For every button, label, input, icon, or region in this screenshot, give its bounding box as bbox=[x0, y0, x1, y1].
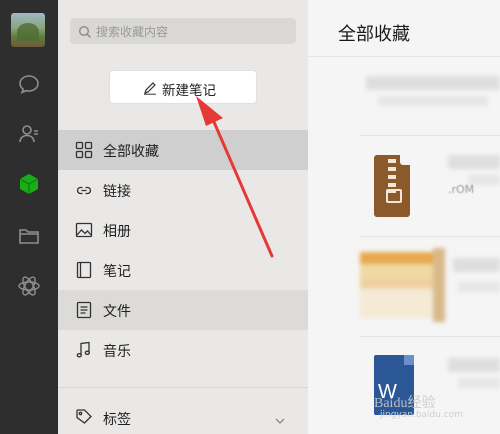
nav-label: 音乐 bbox=[103, 344, 131, 360]
nav-label: 链接 bbox=[103, 184, 131, 200]
avatar[interactable] bbox=[11, 13, 45, 47]
nav-item-all-favorites[interactable]: 全部收藏 bbox=[58, 130, 308, 170]
pencil-icon bbox=[143, 80, 157, 95]
new-note-button[interactable]: 新建笔记 bbox=[110, 71, 256, 103]
nav-label: 文件 bbox=[103, 304, 131, 320]
watermark-url: jingyan.baidu.com bbox=[380, 410, 464, 420]
divider bbox=[360, 135, 500, 136]
note-icon bbox=[75, 261, 93, 279]
favorites-cube-icon[interactable] bbox=[17, 172, 41, 196]
divider bbox=[360, 336, 500, 337]
search-icon bbox=[78, 24, 92, 38]
blurred-text bbox=[448, 358, 500, 372]
contacts-icon[interactable] bbox=[17, 122, 41, 146]
divider bbox=[58, 387, 308, 388]
nav-item-album[interactable]: 相册 bbox=[58, 210, 308, 250]
nav-label: 相册 bbox=[103, 224, 131, 240]
folder-icon[interactable] bbox=[17, 224, 41, 248]
blurred-text bbox=[458, 378, 500, 388]
music-icon bbox=[75, 341, 93, 359]
divider bbox=[308, 56, 500, 57]
image-thumbnail-edge bbox=[433, 248, 445, 322]
chevron-down-icon[interactable] bbox=[274, 412, 286, 424]
file-icon bbox=[75, 301, 93, 319]
nav-label: 标签 bbox=[103, 412, 131, 428]
image-icon bbox=[75, 221, 93, 239]
search-input[interactable]: 搜索收藏内容 bbox=[96, 23, 168, 40]
nav-label: 笔记 bbox=[103, 264, 131, 280]
left-rail bbox=[0, 0, 58, 434]
page-title: 全部收藏 bbox=[338, 24, 410, 45]
blurred-text bbox=[448, 155, 500, 169]
chat-icon[interactable] bbox=[17, 72, 41, 96]
divider bbox=[360, 236, 500, 237]
favorites-nav-panel: 搜索收藏内容 新建笔记 全部收藏 链接 相册 笔记 文件 音乐 标签 bbox=[58, 0, 308, 434]
image-thumbnail bbox=[360, 252, 438, 318]
blurred-text bbox=[453, 258, 500, 272]
blurred-text bbox=[378, 96, 488, 106]
mini-program-icon[interactable] bbox=[17, 274, 41, 298]
file-extension: .rOM bbox=[448, 183, 475, 196]
nav-item-files[interactable]: 文件 bbox=[58, 290, 308, 330]
tag-icon bbox=[75, 408, 93, 426]
favorites-content-panel: 全部收藏 .rOM W Baidu经验 jingyan.baidu.com bbox=[308, 0, 500, 434]
blurred-text bbox=[458, 282, 500, 292]
nav-label: 全部收藏 bbox=[103, 144, 159, 160]
link-icon bbox=[75, 181, 93, 199]
nav-item-tags[interactable]: 标签 bbox=[58, 400, 308, 434]
zip-file-icon bbox=[374, 155, 410, 217]
nav-item-links[interactable]: 链接 bbox=[58, 170, 308, 210]
search-box[interactable]: 搜索收藏内容 bbox=[70, 18, 296, 44]
blurred-text bbox=[366, 76, 500, 90]
grid-icon bbox=[75, 141, 93, 159]
new-note-label: 新建笔记 bbox=[162, 83, 216, 99]
nav-item-music[interactable]: 音乐 bbox=[58, 330, 308, 370]
watermark: Baidu经验 bbox=[374, 396, 436, 411]
nav-item-notes[interactable]: 笔记 bbox=[58, 250, 308, 290]
